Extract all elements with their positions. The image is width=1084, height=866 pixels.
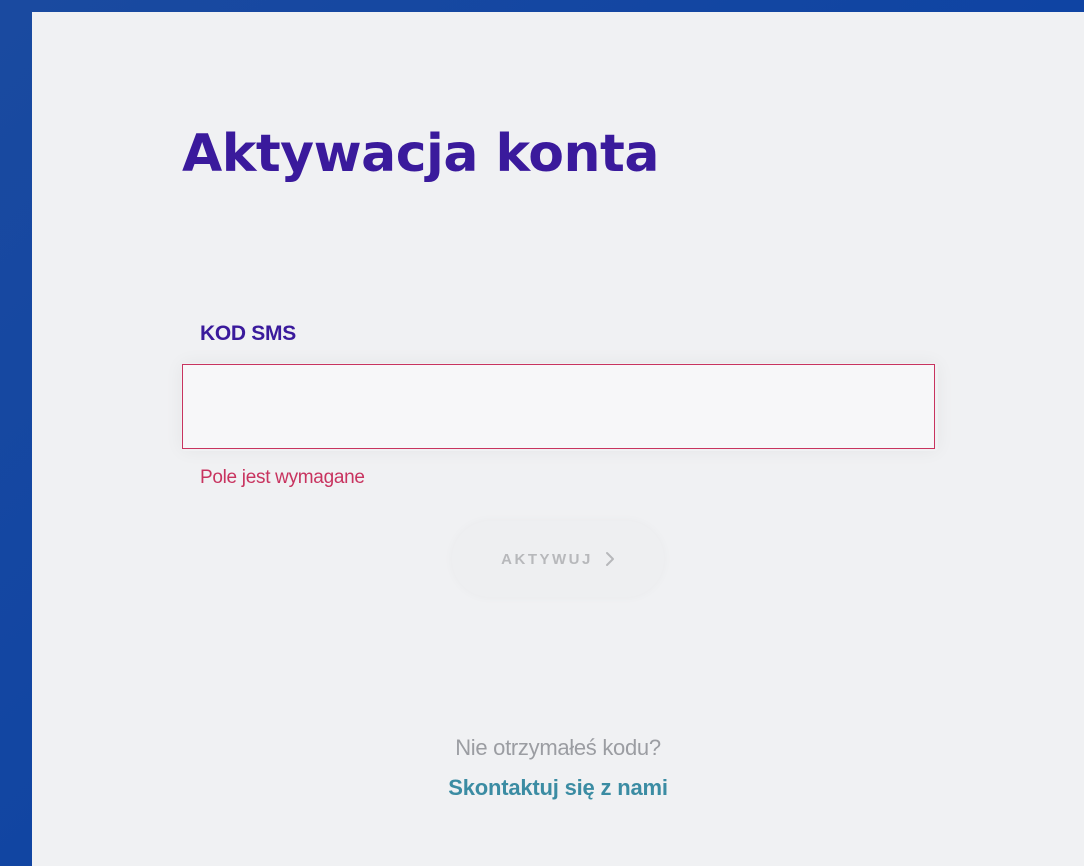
no-code-question: Nie otrzymałeś kodu? — [455, 735, 661, 760]
sms-code-error: Pole jest wymagane — [200, 467, 365, 488]
activation-panel: Aktywacja konta KOD SMS Pole jest wymaga… — [32, 12, 1084, 866]
sms-code-input[interactable] — [182, 364, 935, 449]
chevron-right-icon — [605, 552, 614, 566]
activate-button[interactable]: AKTYWUJ — [452, 521, 664, 597]
contact-us-link[interactable]: Skontaktuj się z nami — [32, 775, 1084, 801]
page-title: Aktywacja konta — [182, 124, 659, 184]
activate-button-label: AKTYWUJ — [501, 550, 593, 568]
sms-code-label: KOD SMS — [200, 322, 296, 345]
